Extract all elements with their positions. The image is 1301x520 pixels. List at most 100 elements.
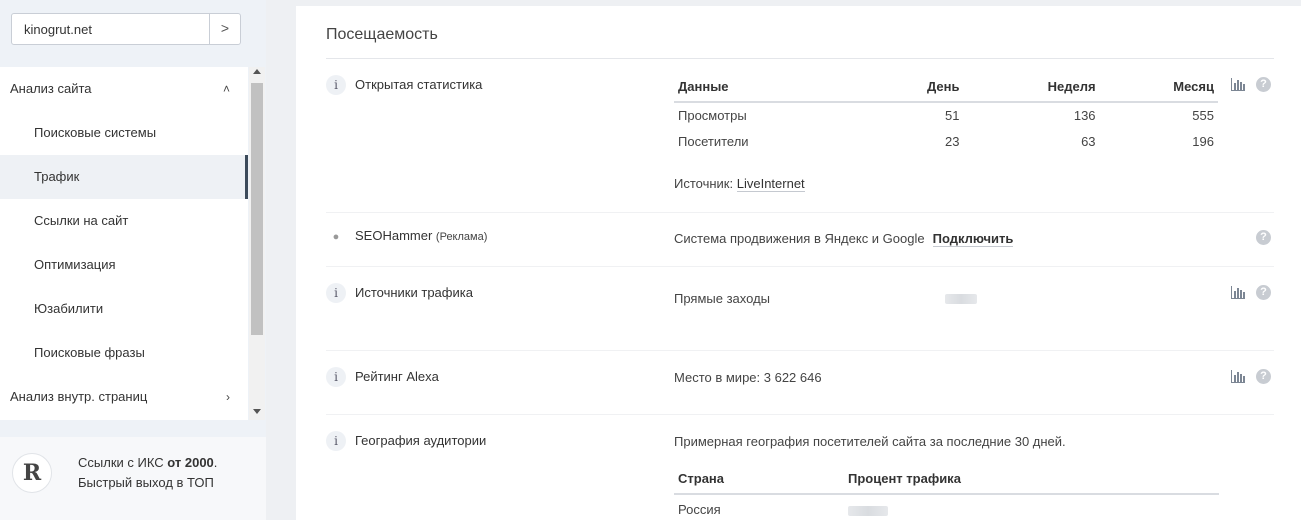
stats-source: Источник: LiveInternet — [674, 176, 805, 192]
menu-item-usability[interactable]: Юзабилити — [0, 287, 248, 331]
table-cell: Посетители — [678, 133, 749, 149]
seohammer-description: Система продвижения в Яндекс и Google — [674, 231, 925, 246]
promo-line1-prefix: Ссылки с ИКС — [78, 455, 168, 470]
menu-item-label: Анализ внутр. страниц — [10, 389, 148, 404]
menu-item-traffic[interactable]: Трафик — [0, 155, 248, 199]
menu-item-label: Трафик — [34, 169, 80, 184]
scroll-down-arrow-icon[interactable] — [253, 409, 261, 414]
info-icon[interactable]: i — [326, 431, 346, 451]
info-icon[interactable]: i — [326, 75, 346, 95]
source-link[interactable]: LiveInternet — [736, 176, 805, 192]
sidebar-scrollbar[interactable] — [249, 67, 265, 420]
table-cell: 196 — [1192, 133, 1214, 149]
table-row: Просмотры 51 136 555 — [674, 102, 1218, 128]
table-cell: 136 — [1073, 108, 1096, 123]
promo-line1-bold: от 2000 — [167, 455, 214, 470]
ad-note: (Реклама) — [435, 231, 488, 243]
menu-item-label: Поисковые фразы — [34, 345, 145, 360]
divider — [326, 414, 1274, 415]
blurred-value — [945, 294, 977, 304]
blurred-value — [848, 506, 888, 516]
row-label-traffic-sources: i Источники трафика — [326, 283, 473, 303]
table-cell: 63 — [1081, 133, 1096, 149]
row-actions: ? — [1231, 230, 1271, 246]
menu-item-optimization[interactable]: Оптимизация — [0, 243, 248, 287]
menu-item-backlinks[interactable]: Ссылки на сайт — [0, 199, 248, 243]
table-cell: Просмотры — [678, 108, 747, 123]
menu-item-search-engines[interactable]: Поисковые системы — [0, 111, 248, 155]
promo-logo-icon: R — [12, 453, 52, 493]
row-label-text: Рейтинг Alexa — [355, 369, 439, 384]
menu-item-inner-pages[interactable]: Анализ внутр. страниц › — [0, 375, 248, 419]
divider — [326, 212, 1274, 213]
promo-line2: Быстрый выход в ТОП — [78, 475, 214, 490]
row-label-seohammer: ● SEOHammer (Реклама) — [326, 228, 488, 248]
row-label-text: География аудитории — [355, 433, 487, 448]
divider — [326, 266, 1274, 267]
divider — [326, 58, 1274, 59]
row-label-geo: i География аудитории — [326, 431, 486, 451]
bar-chart-icon[interactable] — [1231, 369, 1245, 383]
menu-item-label: Оптимизация — [34, 257, 116, 272]
table-cell: 51 — [945, 108, 960, 123]
scroll-up-arrow-icon[interactable] — [253, 69, 261, 74]
column-header: Процент трафика — [844, 464, 1219, 495]
row-actions: ? — [1231, 369, 1271, 385]
menu-item-label: Юзабилити — [34, 301, 104, 316]
main-panel: Посещаемость i Открытая статистика Данные… — [296, 6, 1301, 520]
go-button[interactable]: > — [209, 14, 240, 44]
connect-link[interactable]: Подключить — [932, 231, 1014, 247]
table-cell — [844, 494, 1219, 520]
column-header: Месяц — [1099, 72, 1218, 103]
stats-table: Данные День Неделя Месяц Просмотры 51 13… — [674, 72, 1218, 154]
info-icon[interactable]: i — [326, 283, 346, 303]
direct-visits-label: Прямые заходы — [674, 291, 771, 306]
menu-item-label: Поисковые системы — [34, 125, 157, 140]
bar-chart-icon[interactable] — [1231, 77, 1245, 91]
alexa-rank: Место в мире: 3 622 646 — [674, 370, 822, 385]
help-icon[interactable]: ? — [1256, 230, 1271, 245]
info-icon[interactable]: i — [326, 367, 346, 387]
row-label-alexa: i Рейтинг Alexa — [326, 367, 439, 387]
table-cell: 23 — [945, 133, 960, 149]
menu-item-label: Анализ сайта — [10, 81, 92, 96]
row-actions: ? — [1231, 77, 1271, 93]
table-cell: Россия — [678, 502, 721, 517]
menu-item-label: Ссылки на сайт — [34, 213, 129, 228]
table-row: Посетители 23 63 196 — [674, 128, 1218, 154]
geo-table: Страна Процент трафика Россия — [674, 464, 1219, 520]
sidebar: kinogrut.net > Анализ сайта ˄ Поисковые … — [0, 0, 266, 520]
domain-value[interactable]: kinogrut.net — [24, 22, 92, 37]
menu-item-site-analysis[interactable]: Анализ сайта ˄ — [0, 67, 248, 111]
column-header: День — [865, 72, 964, 103]
row-label-open-stats: i Открытая статистика — [326, 75, 482, 95]
help-icon[interactable]: ? — [1256, 285, 1271, 300]
row-label-text: Открытая статистика — [355, 77, 483, 92]
section-title: Посещаемость — [326, 26, 438, 43]
bar-chart-icon[interactable] — [1231, 285, 1245, 299]
bullet-dot-icon: ● — [332, 231, 340, 243]
column-header: Страна — [674, 464, 844, 495]
scrollbar-thumb[interactable] — [251, 83, 263, 335]
sidebar-menu: Анализ сайта ˄ Поисковые системы Трафик … — [0, 67, 248, 420]
menu-item-search-phrases[interactable]: Поисковые фразы — [0, 331, 248, 375]
geo-description: Примерная география посетителей сайта за… — [674, 434, 1066, 449]
domain-input[interactable]: kinogrut.net > — [11, 13, 241, 45]
promo-line1-suffix: . — [213, 455, 218, 470]
column-header: Данные — [674, 72, 865, 103]
divider — [326, 350, 1274, 351]
table-row: Россия — [674, 494, 1219, 520]
source-prefix: Источник: — [674, 176, 737, 191]
chevron-right-icon: › — [226, 390, 230, 404]
chevron-up-icon: ˄ — [222, 82, 230, 96]
table-cell: 555 — [1192, 108, 1214, 123]
help-icon[interactable]: ? — [1256, 77, 1271, 92]
column-header: Неделя — [963, 72, 1100, 103]
table-header-row: Страна Процент трафика — [674, 464, 1219, 495]
help-icon[interactable]: ? — [1256, 369, 1271, 384]
seohammer-text: Система продвижения в Яндекс и Google Под… — [674, 231, 1014, 247]
table-header-row: Данные День Неделя Месяц — [674, 72, 1218, 103]
promo-banner[interactable]: R Ссылки с ИКС от 2000. Быстрый выход в … — [0, 437, 266, 520]
row-label-text: Источники трафика — [355, 285, 473, 300]
row-label-text: SEOHammer — [355, 228, 433, 243]
